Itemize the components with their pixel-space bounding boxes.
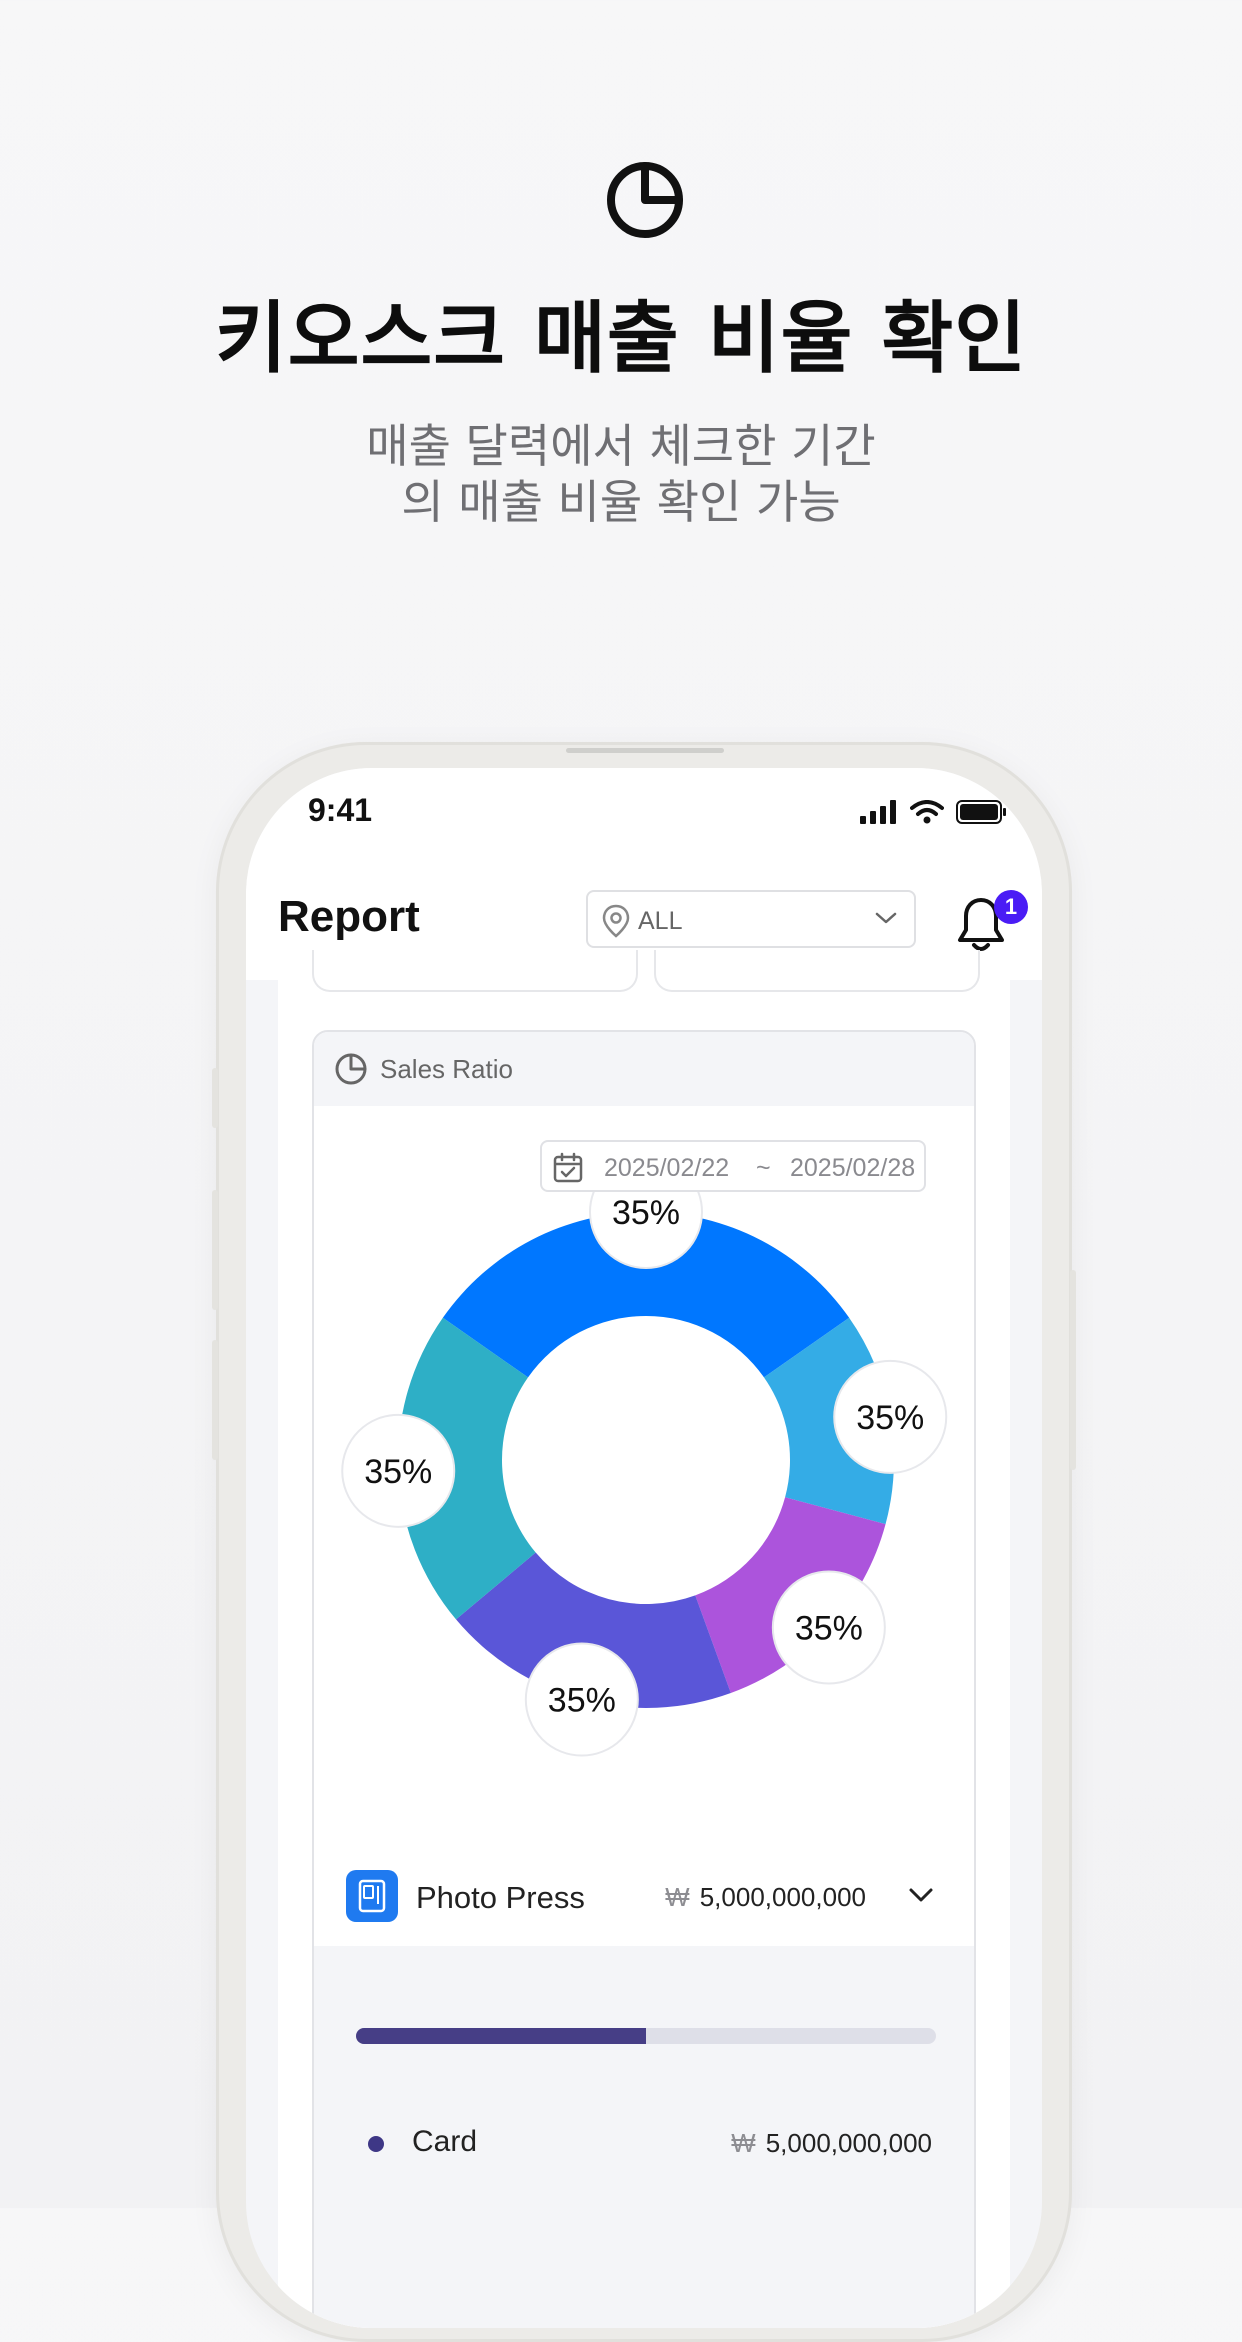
- segment-label-text: 35%: [548, 1682, 616, 1720]
- sales-ratio-card: Sales Ratio 2025/02/22 ~ 2025/02/28 35% 3…: [312, 1030, 976, 2328]
- page-title: Report: [278, 892, 420, 941]
- payment-ratio-bar-fill: [356, 2028, 646, 2044]
- store-select[interactable]: ALL: [586, 890, 916, 948]
- kiosk-amount: ₩5,000,000,000: [665, 1882, 866, 1913]
- pie-chart-icon: [335, 1053, 367, 1085]
- location-pin-icon: [602, 904, 630, 938]
- date-range-picker[interactable]: 2025/02/22 ~ 2025/02/28: [540, 1140, 926, 1192]
- card-legend-dot: [368, 2136, 384, 2152]
- segment-label-text: 35%: [795, 1610, 863, 1648]
- photo-kiosk-icon: [346, 1870, 398, 1922]
- payment-method-amount: ₩5,000,000,000: [731, 2128, 932, 2159]
- speaker-grille: [566, 748, 724, 753]
- segment-label-text: 35%: [856, 1399, 924, 1437]
- segment-label-text: 35%: [612, 1194, 680, 1232]
- chevron-down-icon[interactable]: [908, 1886, 934, 1904]
- payment-method-amount-value: 5,000,000,000: [765, 2128, 932, 2158]
- promo-subtitle-line-1: 매출 달력에서 체크한 기간: [366, 419, 876, 473]
- payment-ratio-bar: [356, 2028, 936, 2044]
- sales-ratio-donut-chart: 35% 35% 35% 35% 35%: [341, 1192, 948, 1757]
- store-select-value: ALL: [638, 907, 683, 935]
- wifi-icon: [910, 800, 944, 824]
- calendar-check-icon: [553, 1152, 583, 1183]
- battery-icon: [956, 800, 1006, 824]
- status-time: 9:41: [308, 792, 373, 828]
- card-title: Sales Ratio: [380, 1054, 513, 1084]
- report-content: Sales Ratio 2025/02/22 ~ 2025/02/28 35% 3…: [278, 950, 1010, 2328]
- notification-badge: 1: [994, 890, 1028, 924]
- pie-chart-icon: [607, 162, 683, 238]
- date-separator: ~: [756, 1154, 771, 1182]
- segment-label-2: 35%: [833, 1359, 948, 1474]
- previous-card-edge: [312, 950, 638, 992]
- kiosk-row[interactable]: Photo Press ₩5,000,000,000: [314, 1850, 974, 1946]
- phone-screen: 9:41 Report ALL 1 Sales Ratio 2025/02/22…: [246, 768, 1042, 2328]
- segment-label-text: 35%: [364, 1453, 432, 1491]
- side-button: [1070, 1270, 1076, 1470]
- promo-subtitle-line-2: 의 매출 비율 확인 가능: [401, 475, 841, 529]
- side-button: [212, 1068, 218, 1128]
- currency-symbol: ₩: [665, 1882, 690, 1912]
- date-end: 2025/02/28: [790, 1154, 916, 1182]
- kiosk-name: Photo Press: [416, 1880, 585, 1915]
- segment-label-4: 35%: [524, 1642, 639, 1757]
- promo-subtitle: 매출 달력에서 체크한 기간 의 매출 비율 확인 가능: [0, 418, 1242, 530]
- status-bar: 9:41: [246, 768, 1042, 868]
- payment-method-label: Card: [412, 2125, 478, 2158]
- previous-card-edge: [654, 950, 980, 992]
- segment-label-3: 35%: [771, 1570, 886, 1685]
- signal-icon: [860, 800, 896, 824]
- currency-symbol: ₩: [731, 2128, 756, 2158]
- kiosk-amount-value: 5,000,000,000: [699, 1882, 866, 1912]
- status-icons: [860, 800, 1008, 824]
- kiosk-detail-panel: Card ₩5,000,000,000: [314, 1946, 974, 2328]
- promo-title: 키오스크 매출 비율 확인: [214, 294, 1028, 384]
- card-header: Sales Ratio: [314, 1032, 974, 1106]
- chevron-down-icon: [875, 912, 897, 924]
- side-button: [212, 1340, 218, 1460]
- date-start: 2025/02/22: [604, 1154, 730, 1182]
- side-button: [212, 1190, 218, 1310]
- segment-label-5: 35%: [341, 1413, 456, 1528]
